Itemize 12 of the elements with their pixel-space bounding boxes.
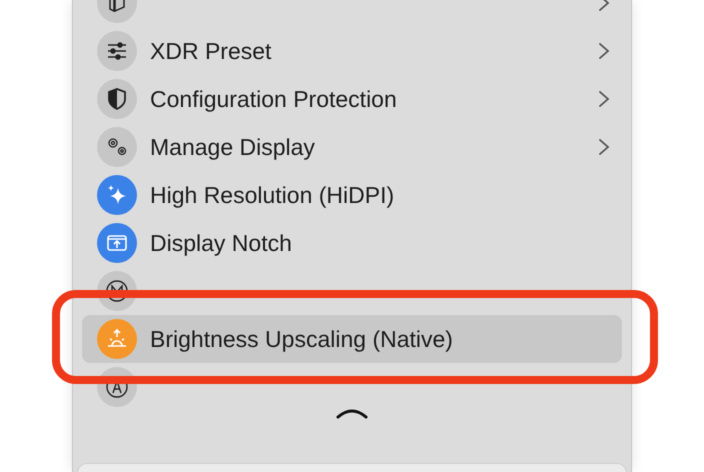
menu-item[interactable]: Brightness Upscaling (Native) bbox=[82, 315, 622, 363]
menu-item-label: Display Notch bbox=[150, 230, 293, 256]
menu-item-label: Configuration Protection bbox=[150, 86, 398, 112]
menu-item-label: XDR Preset bbox=[150, 38, 272, 64]
menu-item[interactable]: Manage Display bbox=[82, 123, 622, 171]
menu-item-label: Brightness Upscaling (Native) bbox=[150, 326, 454, 352]
menu-item-label: High Resolution (HiDPI) bbox=[150, 182, 396, 208]
menu-item[interactable]: Display Notch bbox=[82, 219, 622, 267]
menu-item-label: Manage Display bbox=[150, 134, 316, 160]
menu-item[interactable]: High Resolution (HiDPI) bbox=[82, 171, 622, 219]
menu-item[interactable]: XDR Preset bbox=[82, 27, 622, 75]
menu-item[interactable]: Configuration Protection bbox=[82, 75, 622, 123]
